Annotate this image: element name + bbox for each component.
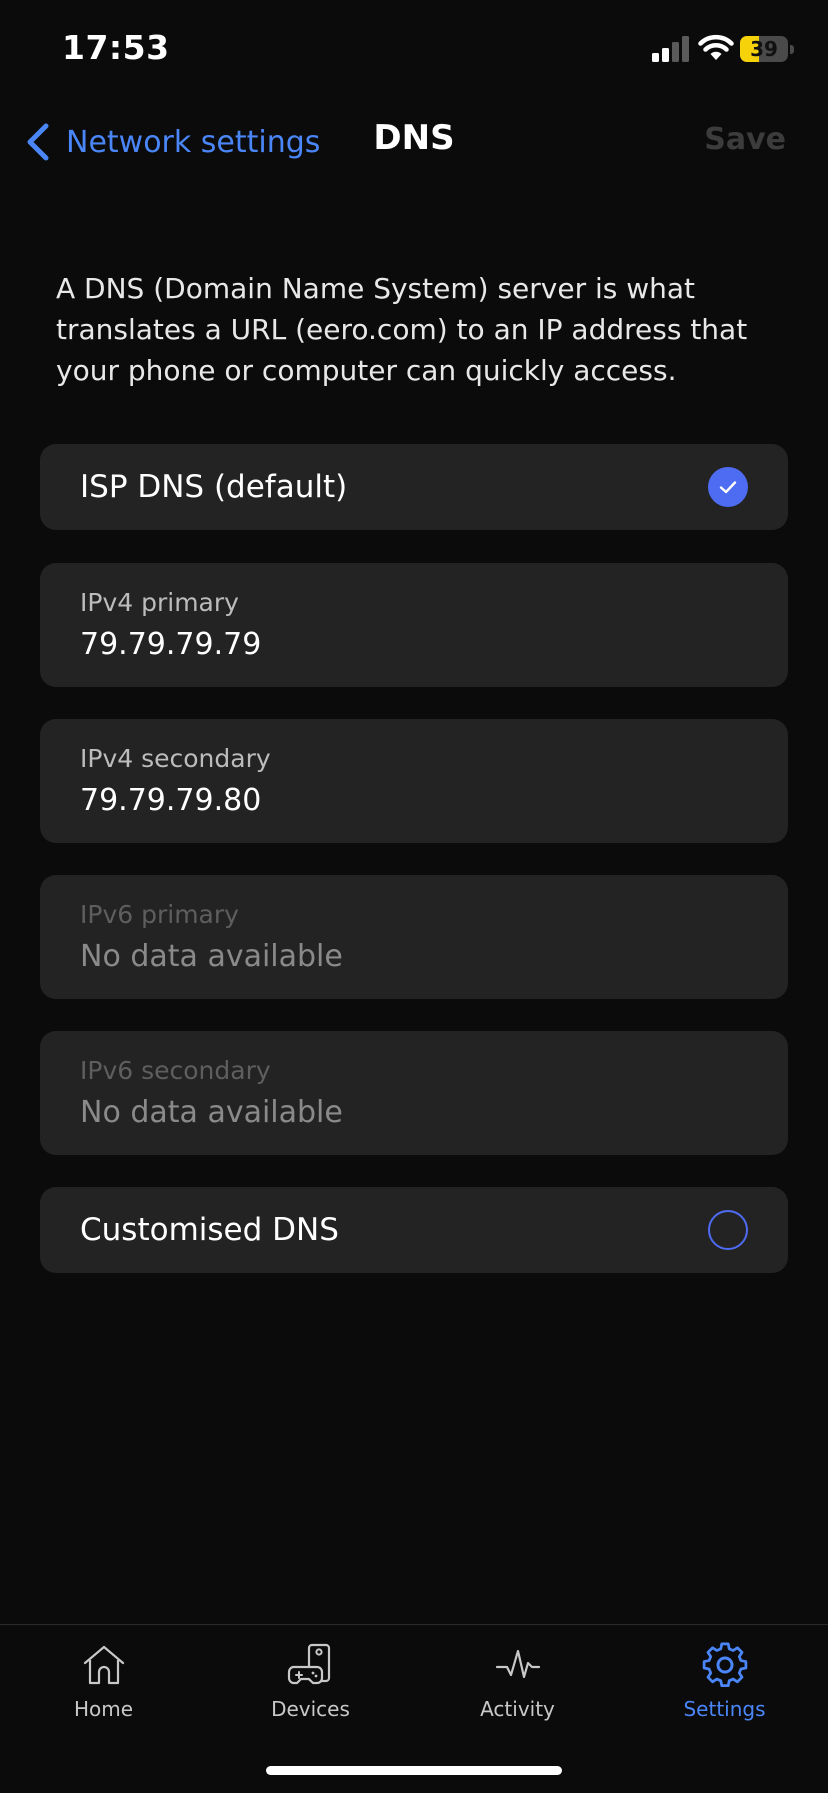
tab-label: Settings — [683, 1697, 766, 1721]
tab-activity[interactable]: Activity — [414, 1641, 621, 1741]
ipv6-secondary-field: IPv6 secondary No data available — [40, 1031, 788, 1155]
save-button[interactable]: Save — [704, 122, 786, 157]
tab-label: Home — [73, 1697, 134, 1721]
battery-icon: 39 — [740, 34, 794, 64]
tab-home[interactable]: Home — [0, 1641, 207, 1741]
back-button-label: Network settings — [66, 124, 321, 160]
gear-icon — [702, 1642, 747, 1688]
field-value: 79.79.79.80 — [80, 783, 262, 818]
devices-icon — [287, 1643, 330, 1685]
field-label: IPv6 primary — [80, 900, 239, 929]
status-bar: 17:53 39 — [0, 0, 828, 100]
status-time: 17:53 — [62, 28, 170, 67]
field-label: IPv6 secondary — [80, 1056, 271, 1085]
ipv6-primary-field: IPv6 primary No data available — [40, 875, 788, 999]
dns-description: A DNS (Domain Name System) server is wha… — [56, 272, 748, 387]
tab-label: Activity — [480, 1697, 555, 1721]
field-label: IPv4 primary — [80, 588, 239, 617]
isp-dns-option[interactable]: ISP DNS (default) — [40, 444, 788, 530]
checkmark-icon — [719, 481, 737, 494]
tab-settings[interactable]: Settings — [621, 1641, 828, 1741]
field-label: IPv4 secondary — [80, 744, 271, 773]
wifi-icon — [698, 34, 734, 60]
customised-dns-label: Customised DNS — [80, 1212, 339, 1248]
cellular-signal-icon — [652, 36, 689, 62]
tab-devices[interactable]: Devices — [207, 1641, 414, 1741]
customised-dns-option[interactable]: Customised DNS — [40, 1187, 788, 1273]
home-indicator[interactable] — [266, 1766, 562, 1775]
radio-unchecked-icon[interactable] — [708, 1210, 748, 1250]
navigation-bar: Network settings DNS Save — [0, 100, 828, 180]
field-value: No data available — [80, 939, 343, 974]
activity-icon — [495, 1649, 540, 1679]
battery-level: 39 — [750, 37, 778, 61]
back-button[interactable]: Network settings — [24, 120, 320, 164]
ipv4-secondary-field: IPv4 secondary 79.79.79.80 — [40, 719, 788, 843]
isp-dns-label: ISP DNS (default) — [80, 469, 348, 505]
chevron-left-icon — [27, 123, 49, 161]
ipv4-primary-field: IPv4 primary 79.79.79.79 — [40, 563, 788, 687]
home-icon — [83, 1645, 124, 1685]
field-value: No data available — [80, 1095, 343, 1130]
tab-label: Devices — [271, 1697, 350, 1721]
field-value: 79.79.79.79 — [80, 627, 262, 662]
checkmark-radio-icon[interactable] — [708, 467, 748, 507]
